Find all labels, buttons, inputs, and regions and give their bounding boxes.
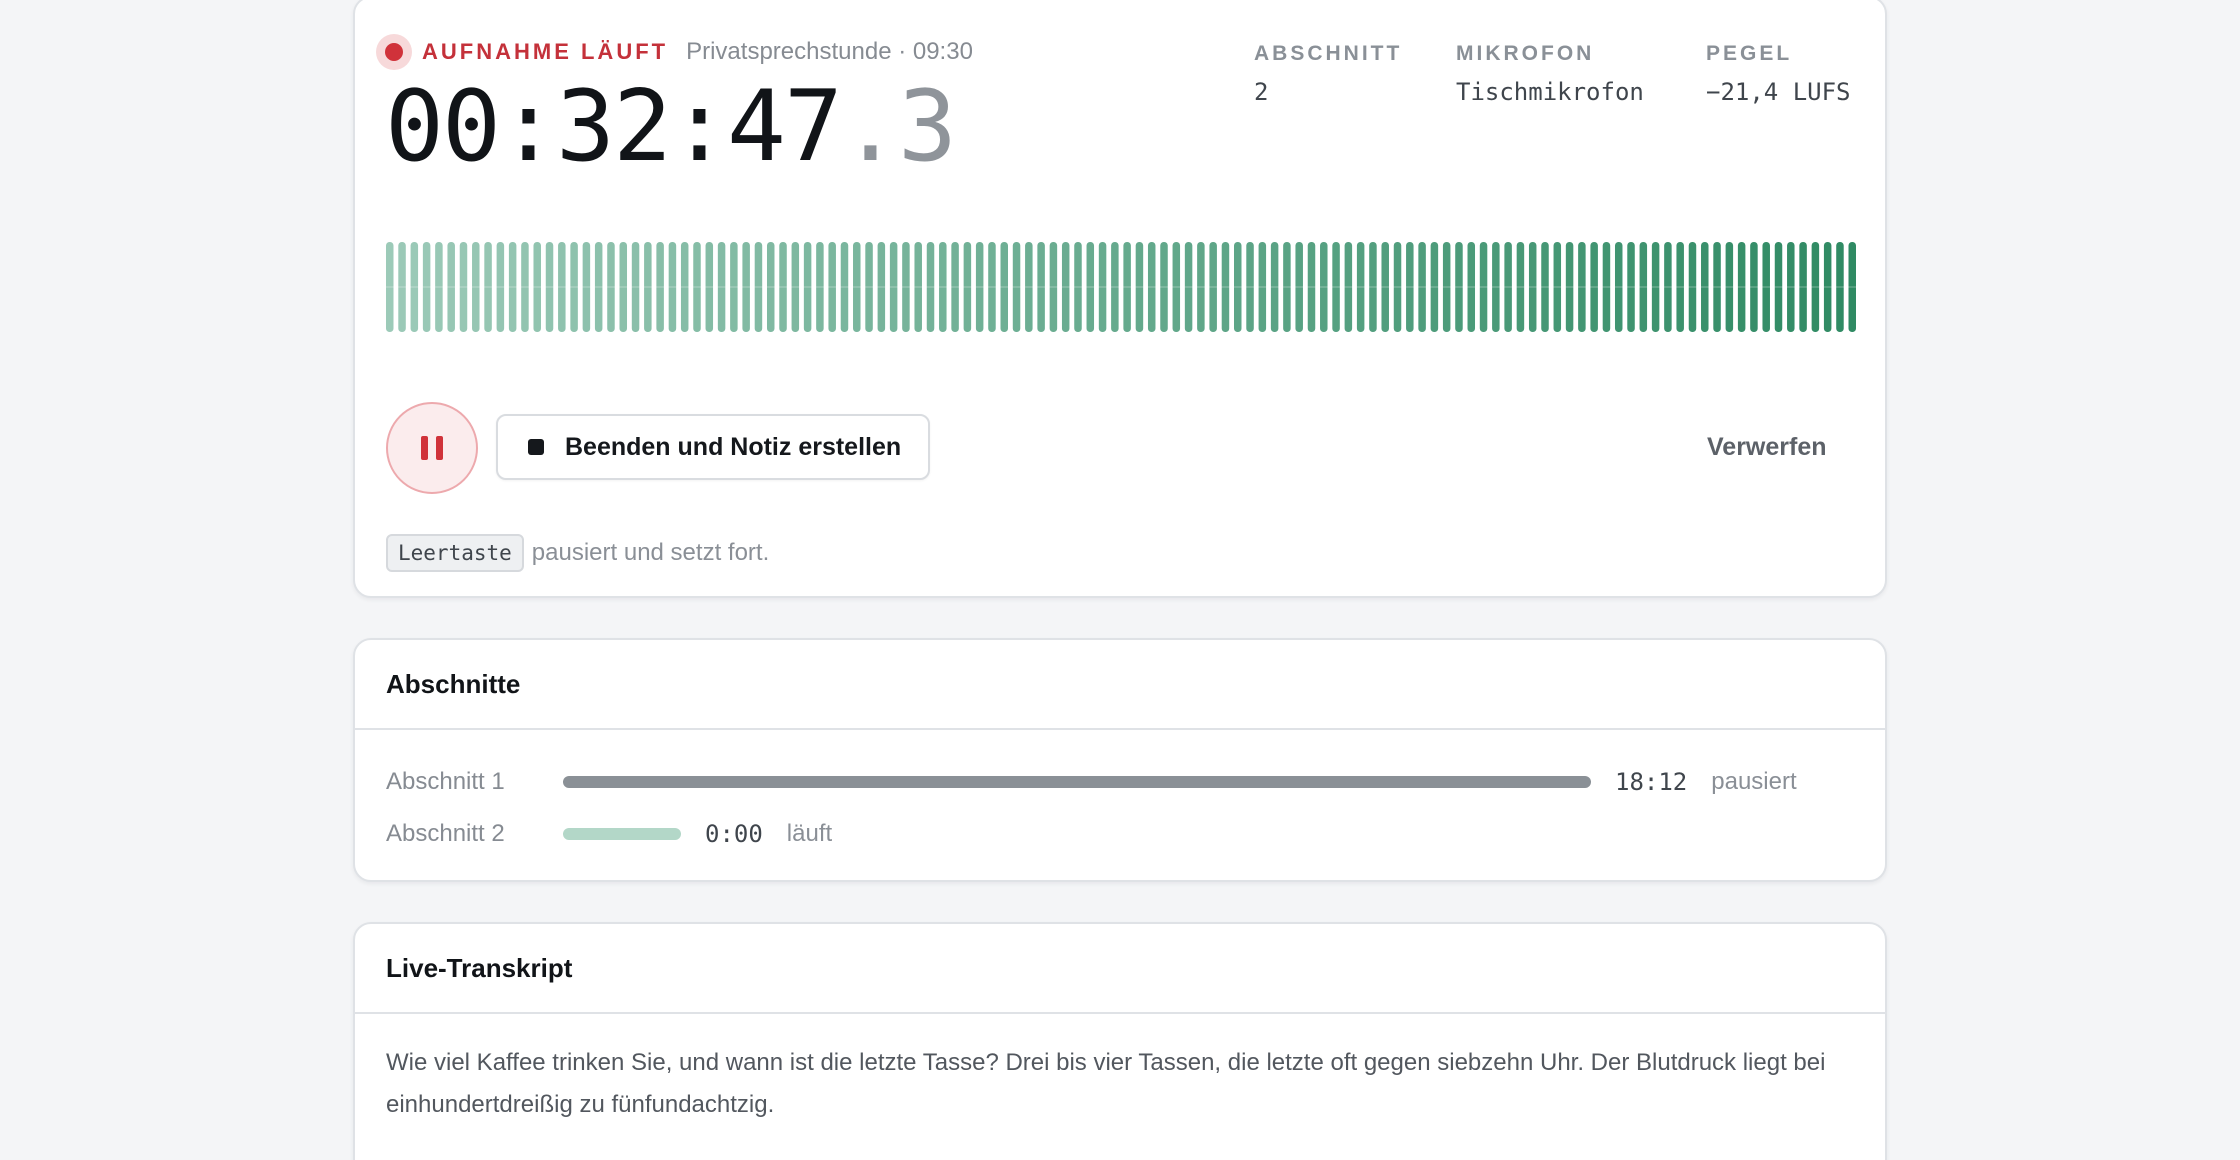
keyboard-hint: Leertaste pausiert und setzt fort. — [386, 534, 769, 572]
pause-icon — [421, 436, 428, 460]
pause-icon-bar — [436, 436, 443, 460]
timer-main: 00:32:47 — [385, 70, 843, 184]
segment-time: 0:00 — [705, 820, 763, 848]
segment-state: pausiert — [1711, 768, 1797, 795]
keyboard-key: Leertaste — [386, 534, 524, 572]
meta-microphone-label: MIKROFON — [1456, 42, 1595, 65]
recording-timer: 00:32:47.3 — [385, 70, 957, 184]
stop-icon — [528, 439, 544, 455]
meta-segment-value: 2 — [1254, 78, 1269, 106]
recording-status: AUFNAHME LÄUFT Privatsprechstunde · 09:3… — [376, 32, 973, 72]
segment-row: Abschnitt 1 18:12 pausiert — [386, 764, 1797, 800]
meta-microphone-value: Tischmikrofon — [1456, 78, 1644, 106]
segment-name: Abschnitt 1 — [386, 768, 505, 795]
waveform — [386, 242, 1856, 332]
meta-level: PEGEL −21,4 LUFS — [1706, 42, 1851, 106]
transcript-panel: Live-Transkript Wie viel Kaffee trinken … — [353, 922, 1887, 1160]
session-label: Privatsprechstunde · 09:30 — [686, 38, 973, 65]
discard-button[interactable]: Verwerfen — [1707, 426, 1827, 468]
segment-duration-bar — [563, 776, 1591, 788]
segment-time: 18:12 — [1615, 768, 1688, 796]
transcript-title: Live-Transkript — [355, 924, 1885, 1014]
segment-row: Abschnitt 2 0:00 läuft — [386, 816, 832, 852]
segment-name: Abschnitt 2 — [386, 820, 505, 847]
meta-level-label: PEGEL — [1706, 42, 1793, 65]
stop-button-label: Beenden und Notiz erstellen — [565, 432, 902, 461]
keyboard-hint-text: pausiert und setzt fort. — [531, 539, 770, 566]
meta-segment-label: ABSCHNITT — [1254, 42, 1403, 65]
stop-and-create-note-button[interactable]: Beenden und Notiz erstellen — [496, 414, 930, 480]
segment-state: läuft — [786, 820, 833, 847]
pause-button[interactable] — [386, 402, 478, 494]
transcript-text: Wie viel Kaffee trinken Sie, und wann is… — [386, 1049, 1826, 1118]
meta-level-value: −21,4 LUFS — [1706, 78, 1851, 106]
meta-segment: ABSCHNITT 2 — [1254, 42, 1402, 106]
segments-title: Abschnitte — [355, 640, 1885, 730]
recording-indicator-icon — [376, 34, 412, 70]
segment-duration-bar — [563, 828, 681, 840]
segments-panel: Abschnitte Abschnitt 1 18:12 pausiert Ab… — [353, 638, 1887, 882]
recording-status-label: AUFNAHME LÄUFT — [422, 39, 669, 64]
recorder-panel: AUFNAHME LÄUFT Privatsprechstunde · 09:3… — [353, 0, 1887, 598]
meta-microphone: MIKROFON Tischmikrofon — [1456, 42, 1644, 106]
timer-tenth: .3 — [841, 70, 957, 184]
